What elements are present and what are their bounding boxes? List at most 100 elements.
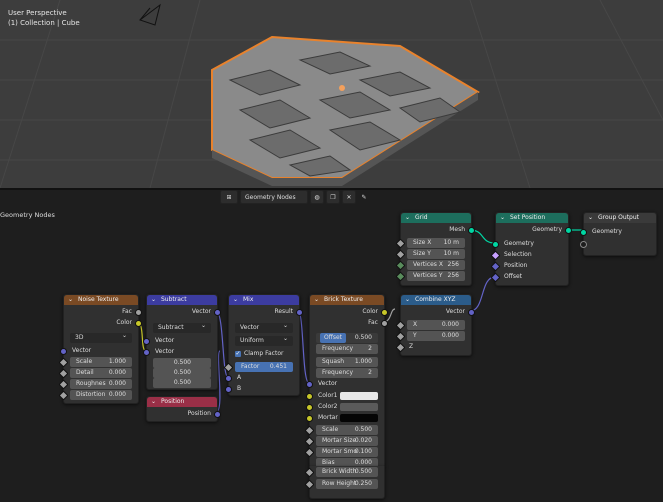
subtract-vector-b-input: Vector	[155, 348, 175, 355]
subtract-output-socket[interactable]	[214, 309, 221, 316]
brick-color2-socket[interactable]	[306, 404, 313, 411]
collapse-icon[interactable]: ⌄	[405, 295, 410, 305]
mix-a-input: A	[237, 374, 242, 381]
clamp-factor-label: Clamp Factor	[244, 350, 284, 357]
collapse-icon[interactable]: ⌄	[151, 397, 156, 407]
brick-color1-socket[interactable]	[306, 393, 313, 400]
grid-vertices-y-field[interactable]: Vertices Y 256	[407, 271, 465, 281]
position-output-socket[interactable]	[214, 411, 221, 418]
brick-vector-socket[interactable]	[306, 381, 313, 388]
noise-vector-socket[interactable]	[60, 348, 67, 355]
noise-roughness-field[interactable]: Roughnes 0.000	[70, 379, 132, 389]
noise-color-socket[interactable]	[135, 320, 142, 327]
mix-result-socket[interactable]	[296, 309, 303, 316]
collapse-icon[interactable]: ⌄	[68, 295, 73, 305]
grid-title: Grid	[415, 214, 428, 221]
mix-header[interactable]: ⌄ Mix	[229, 295, 299, 305]
set-position-header[interactable]: ⌄ Set Position	[496, 213, 568, 223]
brick-scale-field[interactable]: Scale 0.500	[316, 425, 378, 435]
subtract-a-socket[interactable]	[143, 338, 150, 345]
grid-size-y-field[interactable]: Size Y 10 m	[407, 249, 465, 259]
set-position-geometry-output: Geometry	[532, 226, 562, 233]
collapse-icon[interactable]: ⌄	[405, 213, 410, 223]
brick-texture-continued: Brick Width 0.500 Row Height 0.250	[304, 466, 385, 499]
node-grid[interactable]: ⌄ Grid Mesh Size X 10 m Size Y 10 m Vertice…	[395, 212, 475, 286]
set-position-title: Set Position	[510, 214, 546, 221]
combine-y-field[interactable]: Y 0.000	[407, 331, 465, 341]
collapse-icon[interactable]: ⌄	[151, 295, 156, 305]
brick-row-height-field[interactable]: Row Height 0.250	[316, 479, 378, 489]
subtract-y-field[interactable]: 0.500	[153, 368, 211, 378]
grid-size-x-field[interactable]: Size X 10 m	[407, 238, 465, 248]
noise-texture-title: Noise Texture	[78, 296, 119, 303]
collapse-icon[interactable]: ⌄	[314, 295, 319, 305]
brick-texture-header[interactable]: ⌄ Brick Texture	[310, 295, 384, 305]
node-group-output[interactable]: ⌄ Group Output Geometry	[580, 212, 657, 256]
set-position-position-input: Position	[504, 262, 528, 269]
noise-scale-field[interactable]: Scale 1.000	[70, 357, 132, 367]
brick-mortar-size-field[interactable]: Mortar Size 0.020	[316, 436, 378, 446]
mix-factor-field[interactable]: Factor 0.451	[235, 362, 293, 372]
group-output-empty-socket[interactable]	[580, 241, 587, 248]
brick-squash-field[interactable]: Squash 1.000	[316, 357, 378, 367]
brick-offset-field[interactable]: Offset 0.500	[316, 333, 378, 343]
subtract-header[interactable]: ⌄ Subtract	[147, 295, 217, 305]
brick-frequency1-field[interactable]: Frequency 2	[316, 344, 378, 354]
combine-x-field[interactable]: X 0.000	[407, 320, 465, 330]
set-position-geometry-socket[interactable]	[492, 241, 499, 248]
noise-detail-field[interactable]: Detail 0.000	[70, 368, 132, 378]
collapse-icon[interactable]: ⌄	[588, 213, 593, 223]
brick-mortar-swatch[interactable]	[340, 414, 378, 422]
group-output-geometry-socket[interactable]	[580, 229, 587, 236]
brick-mortar-smooth-field[interactable]: Mortar Smo 0.100	[316, 447, 378, 457]
node-mix[interactable]: ⌄ Mix Result Vector Uniform ✓ Clamp Facto…	[223, 294, 303, 396]
brick-width-field[interactable]: Brick Width 0.500	[316, 467, 378, 477]
mix-type-dropdown[interactable]: Vector	[235, 321, 293, 333]
brick-color-socket[interactable]	[381, 309, 388, 316]
node-brick-texture[interactable]: ⌄ Brick Texture Color Fac Offset 0.500 Fre…	[304, 294, 388, 468]
brick-color1-swatch[interactable]	[340, 392, 378, 400]
collapse-icon[interactable]: ⌄	[500, 213, 505, 223]
mix-result-output: Result	[274, 308, 293, 315]
grid-header[interactable]: ⌄ Grid	[401, 213, 471, 223]
brick-fac-socket[interactable]	[381, 320, 388, 327]
mix-a-socket[interactable]	[225, 375, 232, 382]
subtract-vector-a-input: Vector	[155, 337, 175, 344]
clamp-checkbox[interactable]: ✓	[235, 351, 241, 357]
position-output: Position	[187, 410, 211, 417]
combine-xyz-header[interactable]: ⌄ Combine XYZ	[401, 295, 471, 305]
subtract-x-field[interactable]: 0.500	[153, 358, 211, 368]
node-combine-xyz[interactable]: ⌄ Combine XYZ Vector X 0.000 Y 0.000 Z	[395, 294, 475, 356]
noise-fac-socket[interactable]	[135, 309, 142, 316]
mix-mode-dropdown[interactable]: Uniform	[235, 334, 293, 346]
noise-fac-output: Fac	[122, 308, 132, 315]
grid-mesh-socket[interactable]	[468, 227, 475, 234]
node-noise-texture[interactable]: ⌄ Noise Texture Fac Color 3D Vector Scale…	[58, 294, 142, 404]
noise-distortion-field[interactable]: Distortion 0.000	[70, 390, 132, 400]
mix-b-socket[interactable]	[225, 386, 232, 393]
set-position-output-socket[interactable]	[565, 227, 572, 234]
noise-vector-input: Vector	[72, 347, 92, 354]
combine-vector-output: Vector	[445, 308, 465, 315]
node-subtract[interactable]: ⌄Subtract Vector Subtract Vector Vector …	[143, 294, 221, 390]
collapse-icon[interactable]: ⌄	[233, 295, 238, 305]
set-position-selection-input: Selection	[504, 251, 532, 258]
noise-dimensions-dropdown[interactable]: 3D	[70, 331, 132, 343]
subtract-b-socket[interactable]	[143, 349, 150, 356]
node-set-position[interactable]: ⌄ Set Position Geometry Geometry Selectio…	[490, 212, 572, 286]
brick-color2-swatch[interactable]	[340, 403, 378, 411]
subtract-operation-dropdown[interactable]: Subtract	[153, 321, 211, 333]
brick-mortar-socket[interactable]	[306, 415, 313, 422]
subtract-z-field[interactable]: 0.500	[153, 378, 211, 388]
node-position[interactable]: ⌄ Position Position	[146, 396, 221, 422]
grid-vertices-x-field[interactable]: Vertices X 256	[407, 260, 465, 270]
noise-texture-header[interactable]: ⌄ Noise Texture	[64, 295, 138, 305]
group-output-geometry-input: Geometry	[592, 228, 622, 235]
brick-frequency2-field[interactable]: Frequency 2	[316, 368, 378, 378]
combine-vector-socket[interactable]	[468, 309, 475, 316]
position-header[interactable]: ⌄ Position	[147, 397, 217, 407]
group-output-title: Group Output	[598, 214, 640, 221]
set-position-geometry-input: Geometry	[504, 240, 534, 247]
brick-color-output: Color	[362, 308, 378, 315]
group-output-header[interactable]: ⌄ Group Output	[584, 213, 656, 223]
